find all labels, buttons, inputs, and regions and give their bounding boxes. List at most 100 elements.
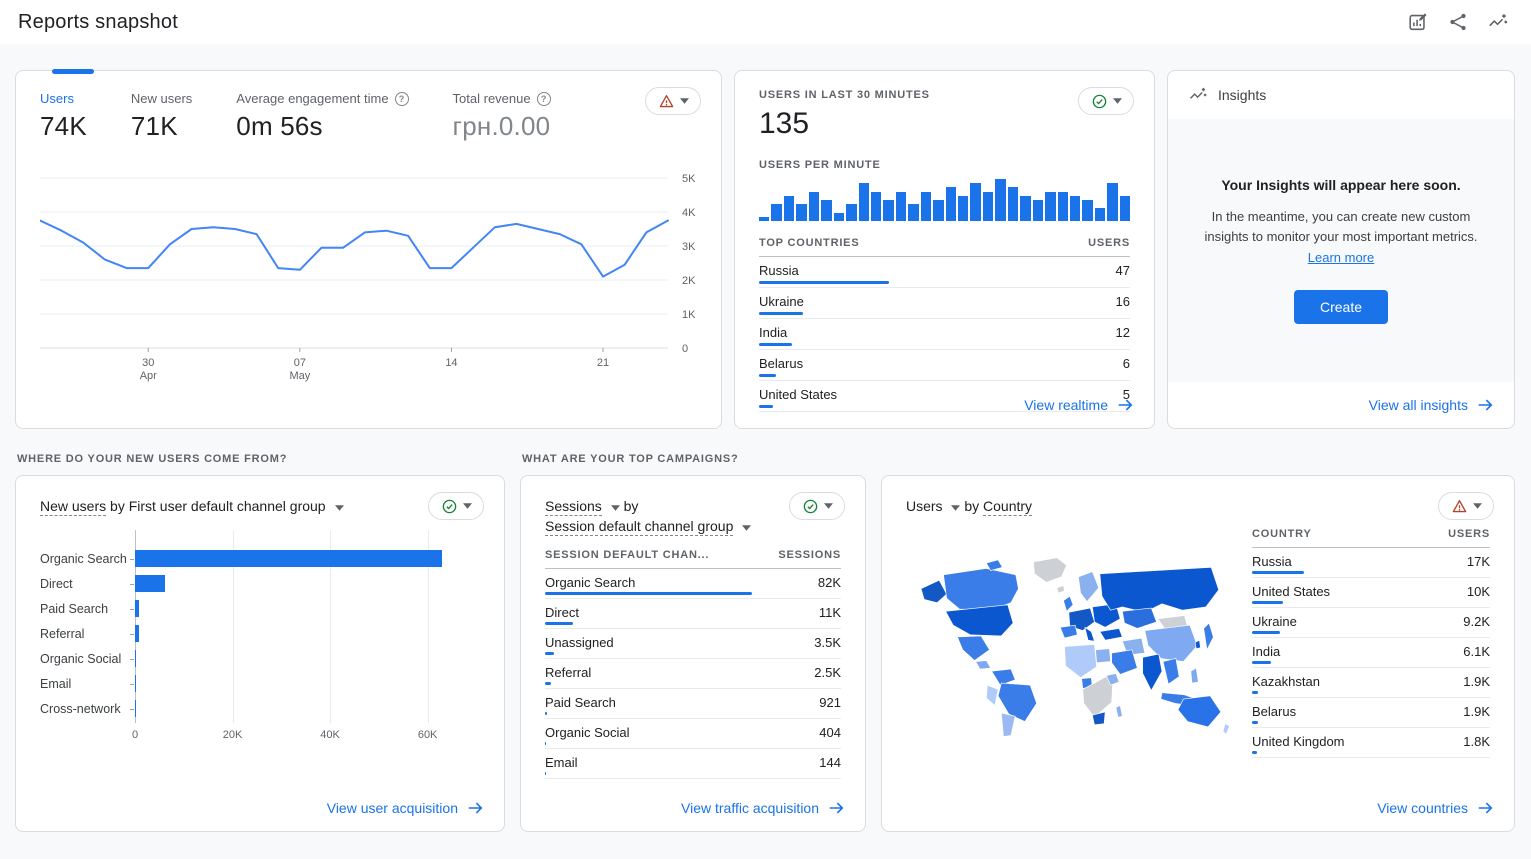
table-row[interactable]: Russia47 xyxy=(759,257,1130,288)
svg-text:1K: 1K xyxy=(682,309,696,321)
axis-tick-label: 20K xyxy=(223,729,243,741)
chevron-down-icon xyxy=(1113,98,1122,104)
table-row[interactable]: Paid Search921 xyxy=(545,689,841,719)
table-row[interactable]: Ukraine9.2K xyxy=(1252,608,1490,638)
bar-track xyxy=(135,575,452,592)
customize-report-icon[interactable] xyxy=(1407,10,1431,34)
bar-row[interactable]: Direct xyxy=(40,571,480,596)
svg-text:4K: 4K xyxy=(682,207,696,219)
metric-value: 0m 56s xyxy=(236,111,408,142)
insights-headline: Your Insights will appear here soon. xyxy=(1221,177,1460,193)
metric-selector[interactable]: Sessions xyxy=(545,498,602,516)
minute-bar xyxy=(784,196,794,221)
table-row[interactable]: Russia17K xyxy=(1252,548,1490,578)
map-card-header: Users by Country xyxy=(882,476,1514,516)
view-countries-link[interactable]: View countries xyxy=(1377,799,1494,817)
help-icon[interactable]: ? xyxy=(537,92,551,106)
row-label: Organic Social xyxy=(545,725,630,740)
chevron-down-icon[interactable] xyxy=(951,505,960,511)
realtime-card: USERS IN LAST 30 MINUTES 135 USERS PER M… xyxy=(734,70,1155,429)
table-row[interactable]: Belarus1.9K xyxy=(1252,698,1490,728)
help-icon[interactable]: ? xyxy=(395,92,409,106)
view-traffic-acquisition-link[interactable]: View traffic acquisition xyxy=(681,799,845,817)
view-user-acquisition-link[interactable]: View user acquisition xyxy=(327,799,484,817)
table-row[interactable]: Organic Social 404 xyxy=(545,719,841,749)
bar-row[interactable]: Organic Social xyxy=(40,646,480,671)
row-value-bar xyxy=(545,712,547,715)
metric-tabs: Users 74K New users 71K Average engageme… xyxy=(40,91,697,142)
bar-row[interactable]: Organic Search xyxy=(40,546,480,571)
table-row[interactable]: Email144 xyxy=(545,749,841,779)
table-row[interactable]: United Kingdom1.8K xyxy=(1252,728,1490,758)
dimension-selector[interactable]: Session default channel group xyxy=(545,518,733,536)
share-icon[interactable] xyxy=(1447,10,1471,34)
page-title: Reports snapshot xyxy=(18,11,178,34)
chevron-down-icon[interactable] xyxy=(742,525,751,531)
minute-bar xyxy=(846,204,856,221)
row-value: 404 xyxy=(819,725,841,740)
metric-value: 71K xyxy=(131,111,192,142)
world-map[interactable] xyxy=(906,528,1238,758)
row-value-bar xyxy=(545,742,546,745)
data-quality-dropdown[interactable] xyxy=(789,492,845,520)
metric-value: грн.0.00 xyxy=(453,111,551,142)
table-row[interactable]: United States10K xyxy=(1252,578,1490,608)
chevron-down-icon[interactable] xyxy=(335,505,344,511)
dimension-selector[interactable]: Country xyxy=(983,498,1032,516)
row-value: 1.9K xyxy=(1463,674,1490,689)
row-label: India xyxy=(1252,644,1280,659)
axis-tick-label: 60K xyxy=(418,729,438,741)
row-label: Paid Search xyxy=(545,695,616,710)
metric-tab-new-users[interactable]: New users 71K xyxy=(131,91,192,142)
data-quality-dropdown[interactable] xyxy=(645,87,701,115)
data-quality-dropdown[interactable] xyxy=(1438,492,1494,520)
row-value-bar xyxy=(545,592,752,595)
create-insight-button[interactable]: Create xyxy=(1294,290,1388,324)
metric-selector[interactable]: Users xyxy=(906,498,943,514)
selected-metric-indicator xyxy=(52,69,94,74)
bar-row[interactable]: Email xyxy=(40,671,480,696)
table-row[interactable]: Organic Search82K xyxy=(545,569,841,599)
table-row[interactable]: India12 xyxy=(759,319,1130,350)
data-quality-dropdown[interactable] xyxy=(1078,87,1134,115)
minute-bar xyxy=(1107,183,1117,221)
table-row[interactable]: Belarus6 xyxy=(759,350,1130,381)
svg-text:0: 0 xyxy=(682,343,688,355)
check-circle-icon xyxy=(1091,93,1108,110)
bar-track xyxy=(135,625,452,642)
row-label: Email xyxy=(545,755,578,770)
column-header: TOP COUNTRIES xyxy=(759,237,859,249)
table-row[interactable]: Referral2.5K xyxy=(545,659,841,689)
row-value: 12 xyxy=(1116,325,1130,340)
insights-icon[interactable] xyxy=(1487,10,1511,34)
table-row[interactable]: Unassigned3.5K xyxy=(545,629,841,659)
chevron-down-icon[interactable] xyxy=(611,505,620,511)
svg-text:Apr: Apr xyxy=(140,370,157,382)
bar-row[interactable]: Paid Search xyxy=(40,596,480,621)
minute-bar xyxy=(771,204,781,221)
view-all-insights-link[interactable]: View all insights xyxy=(1369,396,1494,414)
table-rows: Organic Search82KDirect11KUnassigned3.5K… xyxy=(545,569,841,779)
learn-more-link[interactable]: Learn more xyxy=(1308,250,1374,265)
minute-bar xyxy=(759,217,769,221)
metric-tab-avg-engagement-time[interactable]: Average engagement time? 0m 56s xyxy=(236,91,408,142)
row-value: 2.5K xyxy=(814,665,841,680)
check-circle-icon xyxy=(441,498,458,515)
bar-row[interactable]: Cross-network xyxy=(40,696,480,721)
arrow-right-icon xyxy=(1476,396,1494,414)
bar-row[interactable]: Referral xyxy=(40,621,480,646)
data-quality-dropdown[interactable] xyxy=(428,492,484,520)
table-row[interactable]: Direct11K xyxy=(545,599,841,629)
row-value-bar xyxy=(545,652,554,655)
insights-icon xyxy=(1188,85,1208,105)
topbar-actions xyxy=(1407,10,1511,34)
minute-bar xyxy=(946,187,956,221)
view-realtime-link[interactable]: View realtime xyxy=(1024,396,1134,414)
table-row[interactable]: Ukraine16 xyxy=(759,288,1130,319)
table-row[interactable]: India6.1K xyxy=(1252,638,1490,668)
metric-tab-users[interactable]: Users 74K xyxy=(40,91,87,142)
countries-table: COUNTRY USERS Russia17KUnited States10KU… xyxy=(1252,528,1490,758)
metric-tab-total-revenue[interactable]: Total revenue? грн.0.00 xyxy=(453,91,551,142)
metric-selector[interactable]: New users xyxy=(40,498,106,516)
table-row[interactable]: Kazakhstan1.9K xyxy=(1252,668,1490,698)
